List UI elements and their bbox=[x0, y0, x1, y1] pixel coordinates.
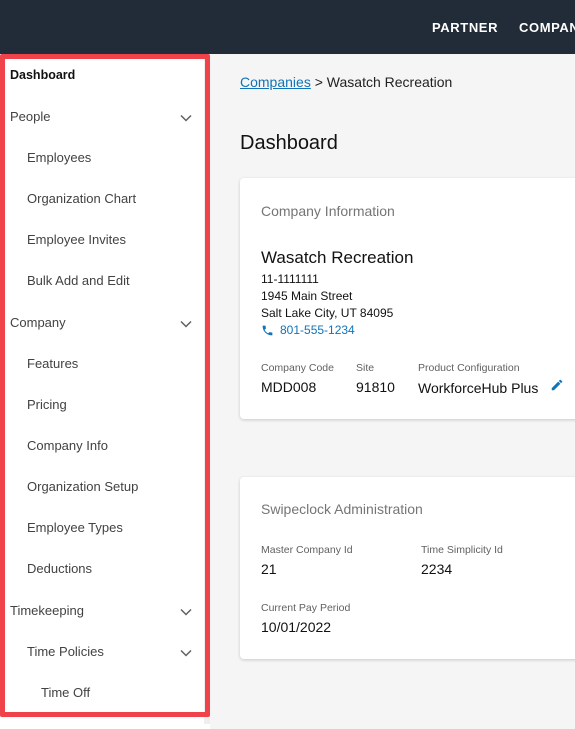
breadcrumb: Companies > Wasatch Recreation bbox=[240, 74, 452, 90]
nav-company[interactable]: COMPANY bbox=[519, 0, 575, 54]
sidebar-item-pricing[interactable]: Pricing bbox=[27, 397, 67, 412]
site-label: Site bbox=[356, 362, 375, 374]
company-ein: 11-1111111 bbox=[261, 272, 319, 286]
sidebar-item-employee-types[interactable]: Employee Types bbox=[27, 520, 123, 535]
company-street: 1945 Main Street bbox=[261, 289, 353, 303]
sidebar-item-people[interactable]: People bbox=[10, 109, 50, 124]
chevron-down-icon[interactable] bbox=[180, 608, 192, 616]
breadcrumb-link-companies[interactable]: Companies bbox=[240, 74, 311, 90]
chevron-down-icon[interactable] bbox=[180, 320, 192, 328]
pencil-edit-icon[interactable] bbox=[550, 378, 564, 392]
breadcrumb-separator: > bbox=[310, 74, 327, 90]
sidebar-item-deductions[interactable]: Deductions bbox=[27, 561, 92, 576]
card-title: Company Information bbox=[261, 203, 395, 219]
company-phone-link[interactable]: 801-555-1234 bbox=[261, 323, 355, 337]
company-name: Wasatch Recreation bbox=[261, 248, 414, 267]
sidebar-item-dashboard[interactable]: Dashboard bbox=[10, 68, 75, 82]
product-configuration-label: Product Configuration bbox=[418, 362, 520, 374]
phone-number: 801-555-1234 bbox=[280, 323, 355, 337]
card-title: Swipeclock Administration bbox=[261, 501, 423, 517]
site-value: 91810 bbox=[356, 379, 395, 395]
sidebar-item-employees[interactable]: Employees bbox=[27, 150, 91, 165]
time-simplicity-id-label: Time Simplicity Id bbox=[421, 544, 503, 556]
page-title: Dashboard bbox=[240, 132, 338, 154]
time-simplicity-id-value: 2234 bbox=[421, 561, 453, 577]
sidebar-item-timekeeping[interactable]: Timekeeping bbox=[10, 603, 84, 618]
company-code-label: Company Code bbox=[261, 362, 334, 374]
current-pay-period-label: Current Pay Period bbox=[261, 602, 351, 614]
company-information-card: Company Information Wasatch Recreation 1… bbox=[240, 178, 575, 419]
sidebar-item-features[interactable]: Features bbox=[27, 356, 78, 371]
sidebar-item-organization-setup[interactable]: Organization Setup bbox=[27, 479, 138, 494]
sidebar-item-bulk-add-edit[interactable]: Bulk Add and Edit bbox=[27, 273, 130, 288]
phone-icon bbox=[262, 325, 273, 335]
current-pay-period-value: 10/01/2022 bbox=[261, 619, 332, 635]
sidebar-item-organization-chart[interactable]: Organization Chart bbox=[27, 191, 136, 206]
sidebar-item-company-info[interactable]: Company Info bbox=[27, 438, 108, 453]
company-city: Salt Lake City, UT 84095 bbox=[261, 306, 394, 320]
master-company-id-value: 21 bbox=[261, 561, 277, 577]
chevron-down-icon[interactable] bbox=[180, 649, 192, 657]
swipeclock-administration-card: Swipeclock Administration Master Company… bbox=[240, 477, 575, 659]
sidebar-item-employee-invites[interactable]: Employee Invites bbox=[27, 232, 126, 247]
sidebar-item-time-off[interactable]: Time Off bbox=[41, 685, 90, 700]
breadcrumb-current: Wasatch Recreation bbox=[326, 74, 453, 90]
nav-partner[interactable]: PARTNER bbox=[432, 0, 498, 54]
sidebar-scrollbar-thumb[interactable] bbox=[205, 108, 210, 454]
company-code-value: MDD008 bbox=[261, 379, 317, 395]
sidebar: Dashboard People Employees Organization … bbox=[0, 54, 210, 729]
chevron-down-icon[interactable] bbox=[180, 114, 192, 122]
sidebar-item-company[interactable]: Company bbox=[10, 315, 66, 330]
master-company-id-label: Master Company Id bbox=[261, 544, 353, 556]
product-configuration-value: WorkforceHub Plus bbox=[418, 380, 539, 396]
sidebar-item-time-policies[interactable]: Time Policies bbox=[27, 644, 104, 659]
